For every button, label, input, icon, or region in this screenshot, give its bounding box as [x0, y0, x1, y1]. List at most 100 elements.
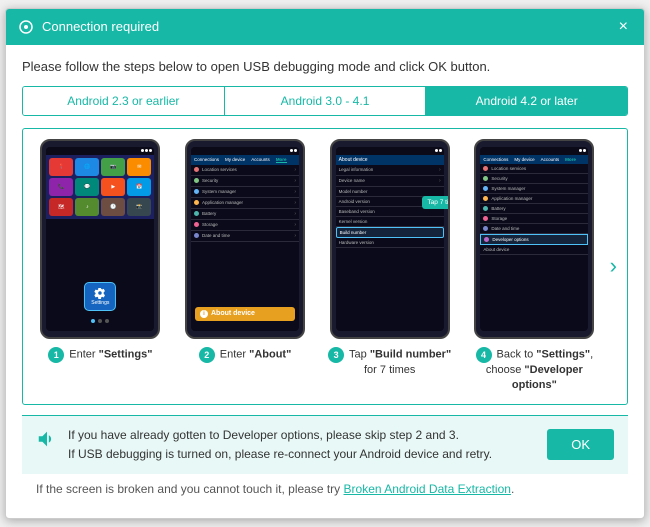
- next-chevron[interactable]: ›: [608, 253, 619, 279]
- s4-date: Date and time: [480, 224, 588, 234]
- settings-label: Settings: [91, 300, 109, 306]
- about-device-highlight: i About device: [195, 307, 295, 321]
- step-2: Connections My device Accounts More Loca…: [176, 139, 315, 394]
- step4-header: Connections My device Accounts More: [480, 155, 588, 164]
- app-icon: 🌐: [75, 158, 99, 176]
- step4-number: 4: [476, 347, 492, 363]
- app-icon: 📍: [49, 158, 73, 176]
- app-icon: 🕐: [101, 198, 125, 216]
- menu-icon: [194, 233, 199, 238]
- status-dot: [145, 149, 148, 152]
- step4-menu: Location services Security System manage…: [480, 164, 588, 255]
- about-header-label: About device: [339, 157, 368, 163]
- steps-container: 📍 🌐 📷 ✉ 📞 💬 ▶ 📅 🗺 ♪ 🕐: [22, 128, 628, 405]
- dev-icon: [484, 237, 489, 242]
- menu-icon: [194, 167, 199, 172]
- menu-icon: [483, 216, 488, 221]
- s4-mydevice: My device: [514, 157, 534, 162]
- title-bar-left: Connection required: [18, 19, 159, 35]
- app-icon: 💬: [75, 178, 99, 196]
- s4-system: System manager: [480, 184, 588, 194]
- step4-screen: Connections My device Accounts More Loca…: [480, 147, 588, 331]
- footer-period: .: [511, 482, 514, 496]
- sd: [294, 149, 297, 152]
- tap-7-badge: Tap 7 times: [422, 196, 449, 209]
- app-icon: 📅: [127, 178, 151, 196]
- app-icon: 📷: [101, 158, 125, 176]
- s4-accounts: Accounts: [541, 157, 560, 162]
- step4-phone: Connections My device Accounts More Loca…: [474, 139, 594, 339]
- info-messages: If you have already gotten to Developer …: [68, 426, 537, 464]
- step2-label: 2 Enter "About": [199, 347, 292, 363]
- step2-number: 2: [199, 347, 215, 363]
- close-button[interactable]: ×: [615, 17, 632, 37]
- tabs-container: Android 2.3 or earlier Android 3.0 - 4.1…: [22, 86, 628, 116]
- menu-item-security: Security›: [191, 176, 299, 187]
- step1-number: 1: [48, 347, 64, 363]
- instruction-text: Please follow the steps below to open US…: [22, 59, 628, 74]
- menu-item-system: System manager›: [191, 187, 299, 198]
- info-message-2: If USB debugging is turned on, please re…: [68, 447, 492, 461]
- tab-android-30[interactable]: Android 3.0 - 4.1: [225, 87, 427, 115]
- step2-screen: Connections My device Accounts More Loca…: [191, 147, 299, 331]
- dialog-window: Connection required × Please follow the …: [5, 8, 645, 519]
- s4-location: Location services: [480, 164, 588, 174]
- menu-icon: [483, 176, 488, 181]
- app-icon: ♪: [75, 198, 99, 216]
- tab-android-42[interactable]: Android 4.2 or later: [426, 87, 627, 115]
- menu-header: Connections My device Accounts More: [191, 155, 299, 165]
- footer-link[interactable]: Broken Android Data Extraction: [344, 482, 511, 496]
- step-4: Connections My device Accounts More Loca…: [465, 139, 604, 394]
- settings-gear-icon: [94, 287, 106, 299]
- header-more: More: [276, 157, 287, 163]
- about-icon: i: [200, 310, 208, 318]
- app-icon: ✉: [127, 158, 151, 176]
- s4-storage: Storage: [480, 214, 588, 224]
- sd: [579, 149, 582, 152]
- header-connections: Connections: [194, 157, 219, 162]
- about-label: About device: [211, 310, 255, 317]
- menu-item-location: Location services›: [191, 165, 299, 176]
- step1-statusbar: [46, 147, 154, 155]
- step4-label: 4 Back to "Settings",choose "Developer o…: [465, 347, 604, 394]
- app-icon: 📸: [127, 198, 151, 216]
- menu-icon: [483, 196, 488, 201]
- title-bar: Connection required ×: [6, 9, 644, 45]
- menu-icon: [483, 166, 488, 171]
- header-mydevice: My device: [225, 157, 245, 162]
- footer-text: If the screen is broken and you cannot t…: [22, 474, 628, 508]
- menu-icon: [194, 211, 199, 216]
- steps-inner: 📍 🌐 📷 ✉ 📞 💬 ▶ 📅 🗺 ♪ 🕐: [31, 139, 604, 394]
- developer-options-row: Developer options: [480, 234, 588, 245]
- tab-android-23[interactable]: Android 2.3 or earlier: [23, 87, 225, 115]
- menu-item-battery: Battery›: [191, 209, 299, 220]
- ok-button[interactable]: OK: [547, 429, 614, 460]
- detail-header: About device: [336, 155, 444, 165]
- menu-icon: [483, 206, 488, 211]
- detail-legal: Legal information›: [336, 165, 444, 176]
- s4-about: About device: [480, 245, 588, 255]
- menu-icon: [483, 186, 488, 191]
- dot: [105, 319, 109, 323]
- dialog-title: Connection required: [42, 19, 159, 34]
- s4-app: Application manager: [480, 194, 588, 204]
- step3-label: 3 Tap "Build number"for 7 times: [328, 347, 451, 378]
- sd: [439, 149, 442, 152]
- app-icon: ▶: [101, 178, 125, 196]
- menu-icon: [483, 226, 488, 231]
- step3-number: 3: [328, 347, 344, 363]
- footer-prefix: If the screen is broken and you cannot t…: [36, 482, 344, 496]
- build-number-row: Build number: [336, 227, 444, 238]
- detail-name: Device name›: [336, 176, 444, 187]
- app-icon: 📞: [49, 178, 73, 196]
- step1-label: 1 Enter "Settings": [48, 347, 152, 363]
- step3-phone: About device Legal information› Device n…: [330, 139, 450, 339]
- s4-connections: Connections: [483, 157, 508, 162]
- menu-item-app: Application manager›: [191, 198, 299, 209]
- step4-statusbar: [480, 147, 588, 155]
- detail-hardware: Hardware version: [336, 238, 444, 248]
- status-dot: [149, 149, 152, 152]
- sd: [583, 149, 586, 152]
- step1-phone: 📍 🌐 📷 ✉ 📞 💬 ▶ 📅 🗺 ♪ 🕐: [40, 139, 160, 339]
- sd: [435, 149, 438, 152]
